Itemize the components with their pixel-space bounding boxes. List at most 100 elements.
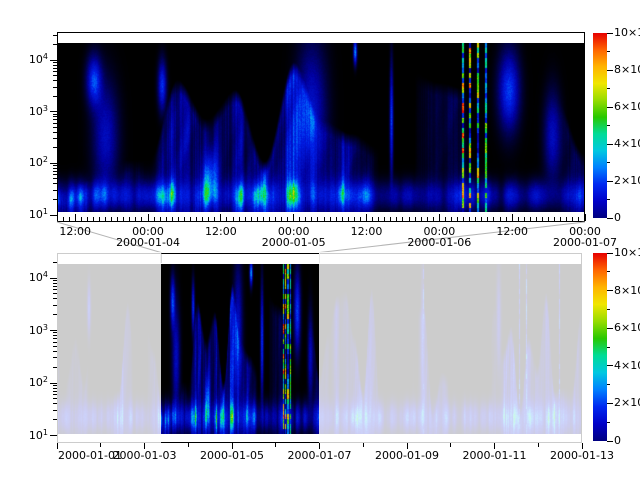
label-base: 6×10 xyxy=(614,100,640,113)
x-minor-tick xyxy=(378,217,379,221)
x-minor-tick xyxy=(415,217,416,221)
x-minor-tick xyxy=(263,217,264,221)
x-minor-tick xyxy=(360,217,361,221)
label-base: 6×10 xyxy=(614,321,640,334)
colorbar-tick-label: 10×107 xyxy=(614,247,640,259)
x-minor-tick xyxy=(100,443,101,447)
colorbar-minor-tick xyxy=(607,162,610,163)
colorbar-major-tick xyxy=(607,290,613,291)
zoom-window-fade-right[interactable] xyxy=(319,252,584,444)
label-exponent: 3 xyxy=(43,323,48,332)
x-minor-tick xyxy=(269,217,270,221)
y-minor-tick xyxy=(53,65,57,66)
x-minor-tick xyxy=(160,217,161,221)
x-minor-tick xyxy=(500,217,501,221)
colorbar-major-tick xyxy=(607,33,613,34)
label-base: 10 xyxy=(29,429,43,442)
y-minor-tick xyxy=(53,351,57,352)
x-minor-tick xyxy=(493,217,494,221)
x-minor-tick xyxy=(202,217,203,221)
y-axis-tick-label: 101 xyxy=(22,430,48,442)
x-minor-tick xyxy=(542,217,543,221)
x-minor-tick xyxy=(257,217,258,221)
colorbar-major-tick xyxy=(607,328,613,329)
y-major-tick xyxy=(50,215,57,216)
y-axis-tick-label: 101 xyxy=(22,209,48,221)
y-axis-tick-label: 102 xyxy=(22,377,48,389)
y-minor-tick xyxy=(53,132,57,133)
zoom-window-fade-left[interactable] xyxy=(56,252,161,444)
x-minor-tick xyxy=(129,217,130,221)
y-axis-tick-label: 102 xyxy=(22,157,48,169)
y-minor-tick xyxy=(53,293,57,294)
x-minor-tick xyxy=(342,217,343,221)
x-minor-tick xyxy=(99,217,100,221)
x-minor-tick xyxy=(487,217,488,221)
x-minor-tick xyxy=(572,217,573,221)
x-minor-tick xyxy=(457,217,458,221)
y-minor-tick xyxy=(53,398,57,399)
x-tick-date-label: 2000-01-09 xyxy=(375,450,439,461)
x-major-tick xyxy=(439,214,440,221)
label-exponent: 2 xyxy=(43,375,48,384)
y-major-tick xyxy=(50,60,57,61)
colorbar-major-tick xyxy=(607,253,613,254)
x-minor-tick xyxy=(81,217,82,221)
y-minor-tick xyxy=(53,147,57,148)
x-minor-tick xyxy=(548,217,549,221)
y-minor-tick xyxy=(53,190,57,191)
y-minor-tick xyxy=(53,62,57,63)
y-axis-tick-label: 104 xyxy=(22,54,48,66)
colorbar-tick-label: 10×107 xyxy=(614,27,640,39)
x-minor-tick xyxy=(372,217,373,221)
x-minor-tick xyxy=(384,217,385,221)
y-minor-tick xyxy=(53,298,57,299)
colorbar-tick-label: 8×107 xyxy=(614,285,640,297)
y-minor-tick xyxy=(53,199,57,200)
y-minor-tick xyxy=(53,262,57,263)
colorbar-tick-label: 6×107 xyxy=(614,322,640,334)
label-exponent: 1 xyxy=(43,428,48,437)
colorbar-major-tick xyxy=(607,107,613,108)
x-minor-tick xyxy=(506,217,507,221)
x-major-tick xyxy=(75,214,76,221)
x-minor-tick xyxy=(396,217,397,221)
y-minor-tick xyxy=(53,388,57,389)
x-minor-tick xyxy=(409,217,410,221)
x-minor-tick xyxy=(536,217,537,221)
colorbar-minor-tick xyxy=(607,51,610,52)
y-minor-tick xyxy=(53,346,57,347)
top-spectrogram-canvas[interactable] xyxy=(58,43,584,212)
label-base: 10×10 xyxy=(614,246,640,259)
x-minor-tick xyxy=(530,217,531,221)
y-minor-tick xyxy=(53,178,57,179)
y-minor-tick xyxy=(53,68,57,69)
x-minor-tick xyxy=(402,217,403,221)
y-minor-tick xyxy=(53,116,57,117)
x-tick-date-label: 2000-01-13 xyxy=(550,450,614,461)
x-minor-tick xyxy=(226,217,227,221)
y-minor-tick xyxy=(53,342,57,343)
colorbar-minor-tick xyxy=(607,309,610,310)
y-major-tick xyxy=(50,111,57,112)
y-minor-tick xyxy=(53,283,57,284)
x-tick-date-label: 2000-01-05 xyxy=(262,237,326,248)
colorbar-tick-label: 2×107 xyxy=(614,397,640,409)
colorbar-major-tick xyxy=(607,218,613,219)
x-tick-date-label: 2000-01-04 xyxy=(116,237,180,248)
x-minor-tick xyxy=(57,217,58,221)
y-minor-tick xyxy=(53,286,57,287)
x-minor-tick xyxy=(463,217,464,221)
x-minor-tick xyxy=(239,217,240,221)
colorbar-minor-tick xyxy=(607,88,610,89)
x-minor-tick xyxy=(123,217,124,221)
x-minor-tick xyxy=(560,217,561,221)
x-minor-tick xyxy=(427,217,428,221)
x-minor-tick xyxy=(245,217,246,221)
x-minor-tick xyxy=(184,217,185,221)
y-minor-tick xyxy=(53,183,57,184)
label-base: 8×10 xyxy=(614,63,640,76)
x-major-tick xyxy=(366,214,367,221)
x-minor-tick xyxy=(336,217,337,221)
colorbar-minor-tick xyxy=(607,384,610,385)
